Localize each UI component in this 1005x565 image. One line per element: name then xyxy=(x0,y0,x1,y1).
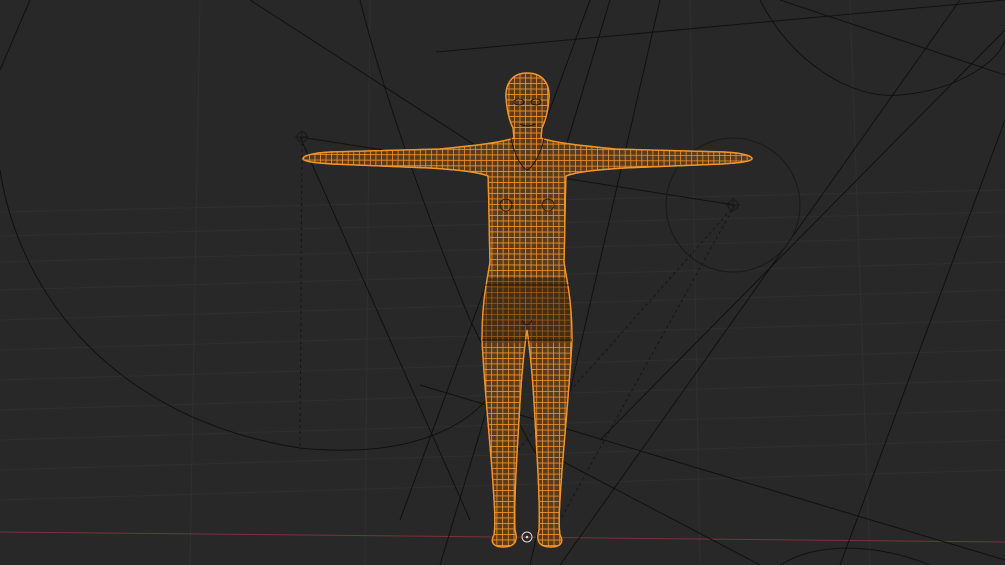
mesh-edge xyxy=(302,489,753,492)
mesh-edge xyxy=(302,539,753,541)
mesh-edge xyxy=(302,258,753,261)
mesh-wire-grid xyxy=(291,70,753,550)
mesh-edge xyxy=(302,451,753,453)
mesh-edge xyxy=(668,73,675,547)
mesh-edge xyxy=(302,544,753,547)
mesh-edge xyxy=(307,73,317,547)
viewport-canvas[interactable] xyxy=(0,0,1005,565)
mesh-edge xyxy=(302,93,753,96)
mesh-edge xyxy=(382,73,389,547)
mesh-edge xyxy=(456,73,460,547)
human-mesh[interactable] xyxy=(291,70,760,550)
mesh-edge xyxy=(302,522,753,525)
mesh-edge xyxy=(353,73,361,547)
mesh-edge xyxy=(302,396,753,398)
mesh-edge xyxy=(302,462,753,464)
mesh-edge xyxy=(302,412,753,415)
mesh-edge xyxy=(439,73,444,547)
mesh-edge xyxy=(302,445,753,448)
mesh-edge xyxy=(291,70,300,550)
mesh-edge xyxy=(302,434,753,437)
3d-viewport[interactable] xyxy=(0,0,1005,565)
mesh-edge xyxy=(302,77,753,79)
mesh-edge xyxy=(399,73,405,547)
mesh-edge xyxy=(712,73,721,547)
mesh-edge xyxy=(473,73,477,547)
mesh-edge xyxy=(302,517,753,519)
mesh-edge xyxy=(574,73,578,547)
mesh-edge xyxy=(662,73,669,547)
mesh-edge xyxy=(646,73,652,547)
mesh-edge xyxy=(302,264,753,266)
mesh-edge xyxy=(629,73,635,547)
mesh-edge xyxy=(673,73,681,547)
mesh-edge xyxy=(416,73,422,547)
mesh-edge xyxy=(302,275,753,277)
mesh-edge xyxy=(302,110,753,112)
mesh-edge xyxy=(462,73,466,547)
mesh-edge xyxy=(359,73,367,547)
mesh-edge xyxy=(596,73,601,547)
mesh-edge xyxy=(302,115,753,118)
mesh-edge xyxy=(376,73,383,547)
mesh-edge xyxy=(302,242,753,244)
mesh-edge xyxy=(302,99,753,101)
mesh-edge xyxy=(613,73,618,547)
mesh-edge xyxy=(302,495,753,497)
mesh-edge xyxy=(302,379,753,382)
mesh-edge xyxy=(444,73,449,547)
mesh-edge xyxy=(302,528,753,530)
mesh-edge xyxy=(427,73,433,547)
mesh-edge xyxy=(302,357,753,360)
mesh-edge xyxy=(302,456,753,459)
mesh-edge xyxy=(302,506,753,508)
mesh-edge xyxy=(302,88,753,90)
mesh-edge xyxy=(690,73,698,547)
mesh-edge xyxy=(433,73,438,547)
mesh-edge xyxy=(393,73,400,547)
mesh-edge xyxy=(635,73,641,547)
mesh-edge xyxy=(302,473,753,475)
mesh-edge xyxy=(695,73,704,547)
mesh-edge xyxy=(302,374,753,376)
mesh-edge xyxy=(302,82,753,85)
mesh-edge xyxy=(651,73,658,547)
mesh-edge xyxy=(302,104,753,107)
mesh-edge xyxy=(302,121,753,123)
mesh-edge xyxy=(387,73,394,547)
mesh-edge xyxy=(607,73,612,547)
mesh-edge xyxy=(580,73,584,547)
mesh-edge xyxy=(302,407,753,409)
mesh-edge xyxy=(302,352,753,354)
mesh-edge xyxy=(679,73,686,547)
mesh-edge xyxy=(370,73,378,547)
mesh-edge xyxy=(302,247,753,250)
mesh-edge xyxy=(302,533,753,536)
mesh-edge xyxy=(602,73,606,547)
mesh-edge xyxy=(302,429,753,431)
mesh-edge xyxy=(657,73,664,547)
mesh-edge xyxy=(479,73,482,547)
mesh-edge xyxy=(302,401,753,404)
mesh-edge xyxy=(422,73,427,547)
mesh-edge xyxy=(302,385,753,387)
mesh-edge xyxy=(684,73,692,547)
mesh-edge xyxy=(701,73,709,547)
mesh-edge xyxy=(585,73,589,547)
mesh-edge xyxy=(302,511,753,514)
mesh-edge xyxy=(302,500,753,503)
mesh-edge xyxy=(404,73,411,547)
mesh-edge xyxy=(302,346,753,349)
light-empty-left[interactable] xyxy=(295,130,309,144)
mesh-edge xyxy=(302,390,753,393)
mesh-edge xyxy=(302,467,753,470)
